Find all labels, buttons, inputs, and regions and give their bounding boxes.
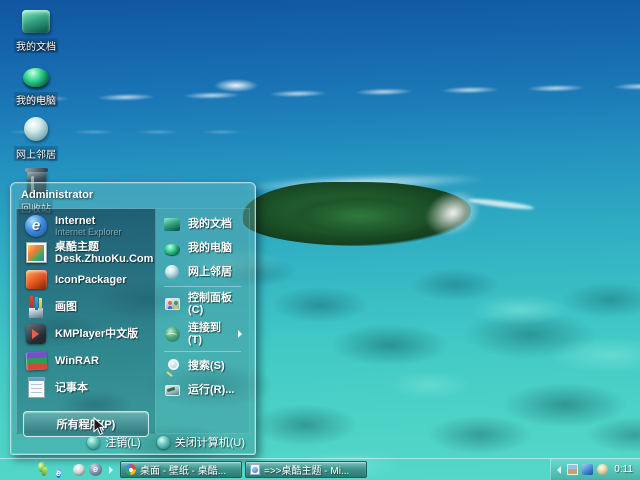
task-button-strip: 桌面 - 壁纸 - 桌酷... =>>桌酷主题 - Mi... xyxy=(120,459,367,480)
my-computer-icon xyxy=(163,239,181,257)
wallpaper-pinwheel-icon xyxy=(125,464,136,475)
ie-page-icon xyxy=(250,464,260,475)
browser-icon[interactable]: e xyxy=(89,463,102,476)
menu-item-label: KMPlayer中文版 xyxy=(55,328,138,340)
quick-launch-bar: e e xyxy=(52,459,120,480)
network-places-icon xyxy=(163,263,181,281)
menu-item-winrar[interactable]: WinRAR xyxy=(17,347,155,374)
desktop-icon-my-computer[interactable]: 我的电脑 xyxy=(4,60,68,107)
winrar-icon xyxy=(24,349,48,373)
menu-item-label: 画图 xyxy=(55,301,77,313)
desktop-icon-network-places[interactable]: 网上邻居 xyxy=(4,114,68,161)
taskbar: e e 桌面 - 壁纸 - 桌酷... =>>桌酷主题 - Mi... 0:11 xyxy=(0,459,640,480)
menu-item-zhuoku-theme[interactable]: 桌酷主题Desk.ZhuoKu.Com xyxy=(17,239,155,266)
quick-launch-expand-icon[interactable] xyxy=(109,466,113,474)
theme-tray-icon[interactable] xyxy=(567,464,578,475)
kmplayer-icon xyxy=(24,322,48,346)
notepad-icon xyxy=(24,376,48,400)
menu-item-internet[interactable]: e Internet Internet Explorer xyxy=(17,212,155,239)
menu-item-connect-to[interactable]: 连接到(T) xyxy=(156,319,249,349)
volume-tray-icon[interactable] xyxy=(597,464,608,475)
system-tray: 0:11 xyxy=(550,459,640,480)
my-documents-icon xyxy=(21,6,51,36)
task-button-label: 桌面 - 壁纸 - 桌酷... xyxy=(140,462,226,477)
menu-item-label: 搜索(S) xyxy=(188,360,225,372)
menu-item-label: 桌酷主题Desk.ZhuoKu.Com xyxy=(55,241,153,265)
network-places-icon xyxy=(21,114,51,144)
menu-item-label: 我的文档 xyxy=(188,218,232,230)
menu-item-label: WinRAR xyxy=(55,355,99,367)
menu-item-label: 运行(R)... xyxy=(188,384,234,396)
task-button-zhuoku-window[interactable]: =>>桌酷主题 - Mi... xyxy=(245,461,367,478)
start-logo-icon xyxy=(37,462,50,477)
menu-item-notepad[interactable]: 记事本 xyxy=(17,374,155,401)
desktop-icon-label: 我的电脑 xyxy=(14,92,58,107)
menu-item-network-places[interactable]: 网上邻居 xyxy=(156,260,249,284)
tray-collapse-icon[interactable] xyxy=(557,466,561,474)
iconpackager-icon xyxy=(24,268,48,292)
island-forest xyxy=(285,195,435,237)
menu-item-kmplayer[interactable]: KMPlayer中文版 xyxy=(17,320,155,347)
menu-item-label: 我的电脑 xyxy=(188,242,232,254)
mouse-cursor xyxy=(93,417,106,441)
menu-item-label: 控制面板(C) xyxy=(188,292,242,316)
search-icon xyxy=(163,357,181,375)
start-menu-body: e Internet Internet Explorer 桌酷主题Desk.Zh… xyxy=(16,208,250,434)
menu-item-sublabel: Internet Explorer xyxy=(55,227,122,237)
show-desktop-icon[interactable] xyxy=(73,464,85,476)
submenu-arrow-icon xyxy=(238,330,242,338)
internet-explorer-icon: e xyxy=(24,214,48,238)
network-tray-icon[interactable] xyxy=(582,464,593,475)
start-menu-footer: 注销(L) 关闭计算机(U) xyxy=(87,432,245,452)
task-button-wallpaper-window[interactable]: 桌面 - 壁纸 - 桌酷... xyxy=(120,461,242,478)
task-button-label: =>>桌酷主题 - Mi... xyxy=(264,462,349,477)
paint-icon xyxy=(24,295,48,319)
menu-item-run[interactable]: 运行(R)... xyxy=(156,378,249,402)
desktop-icon-label: 网上邻居 xyxy=(14,146,58,161)
desktop-icon-label: 我的文档 xyxy=(14,38,58,53)
menu-item-label: Internet xyxy=(55,215,122,227)
connect-to-icon xyxy=(163,325,181,343)
menu-item-search[interactable]: 搜索(S) xyxy=(156,354,249,378)
turn-off-computer-button[interactable]: 关闭计算机(U) xyxy=(157,434,245,450)
menu-item-paint[interactable]: 画图 xyxy=(17,293,155,320)
start-menu: Administrator e Internet Internet Explor… xyxy=(10,182,256,455)
turn-off-label: 关闭计算机(U) xyxy=(175,434,245,450)
log-off-label: 注销(L) xyxy=(105,434,140,450)
menu-item-my-documents[interactable]: 我的文档 xyxy=(156,212,249,236)
user-name: Administrator xyxy=(21,189,93,201)
menu-separator xyxy=(164,351,241,352)
menu-item-label: 网上邻居 xyxy=(188,266,232,278)
menu-item-label: IconPackager xyxy=(55,274,127,286)
screen: 我的文档 我的电脑 网上邻居 回收站 Administrator e Inter… xyxy=(0,0,640,480)
my-computer-icon xyxy=(21,60,51,90)
menu-item-iconpackager[interactable]: IconPackager xyxy=(17,266,155,293)
turn-off-icon xyxy=(157,436,170,449)
start-menu-pinned-column: e Internet Internet Explorer 桌酷主题Desk.Zh… xyxy=(16,208,156,434)
zhuoku-theme-icon xyxy=(24,241,48,265)
start-button[interactable] xyxy=(0,459,52,480)
start-menu-user-header: Administrator xyxy=(11,183,255,208)
menu-item-my-computer[interactable]: 我的电脑 xyxy=(156,236,249,260)
internet-explorer-icon[interactable]: e xyxy=(56,463,69,476)
desktop-icon-my-documents[interactable]: 我的文档 xyxy=(4,6,68,53)
menu-item-control-panel[interactable]: 控制面板(C) xyxy=(156,289,249,319)
my-documents-icon xyxy=(163,215,181,233)
run-icon xyxy=(163,381,181,399)
control-panel-icon xyxy=(163,295,181,313)
start-menu-places-column: 我的文档 我的电脑 网上邻居 控制面板(C) 连接到(T) xyxy=(156,208,250,434)
menu-separator xyxy=(164,286,241,287)
menu-item-label: 连接到(T) xyxy=(188,322,231,346)
taskbar-clock: 0:11 xyxy=(612,464,633,475)
menu-item-label: 记事本 xyxy=(55,382,88,394)
